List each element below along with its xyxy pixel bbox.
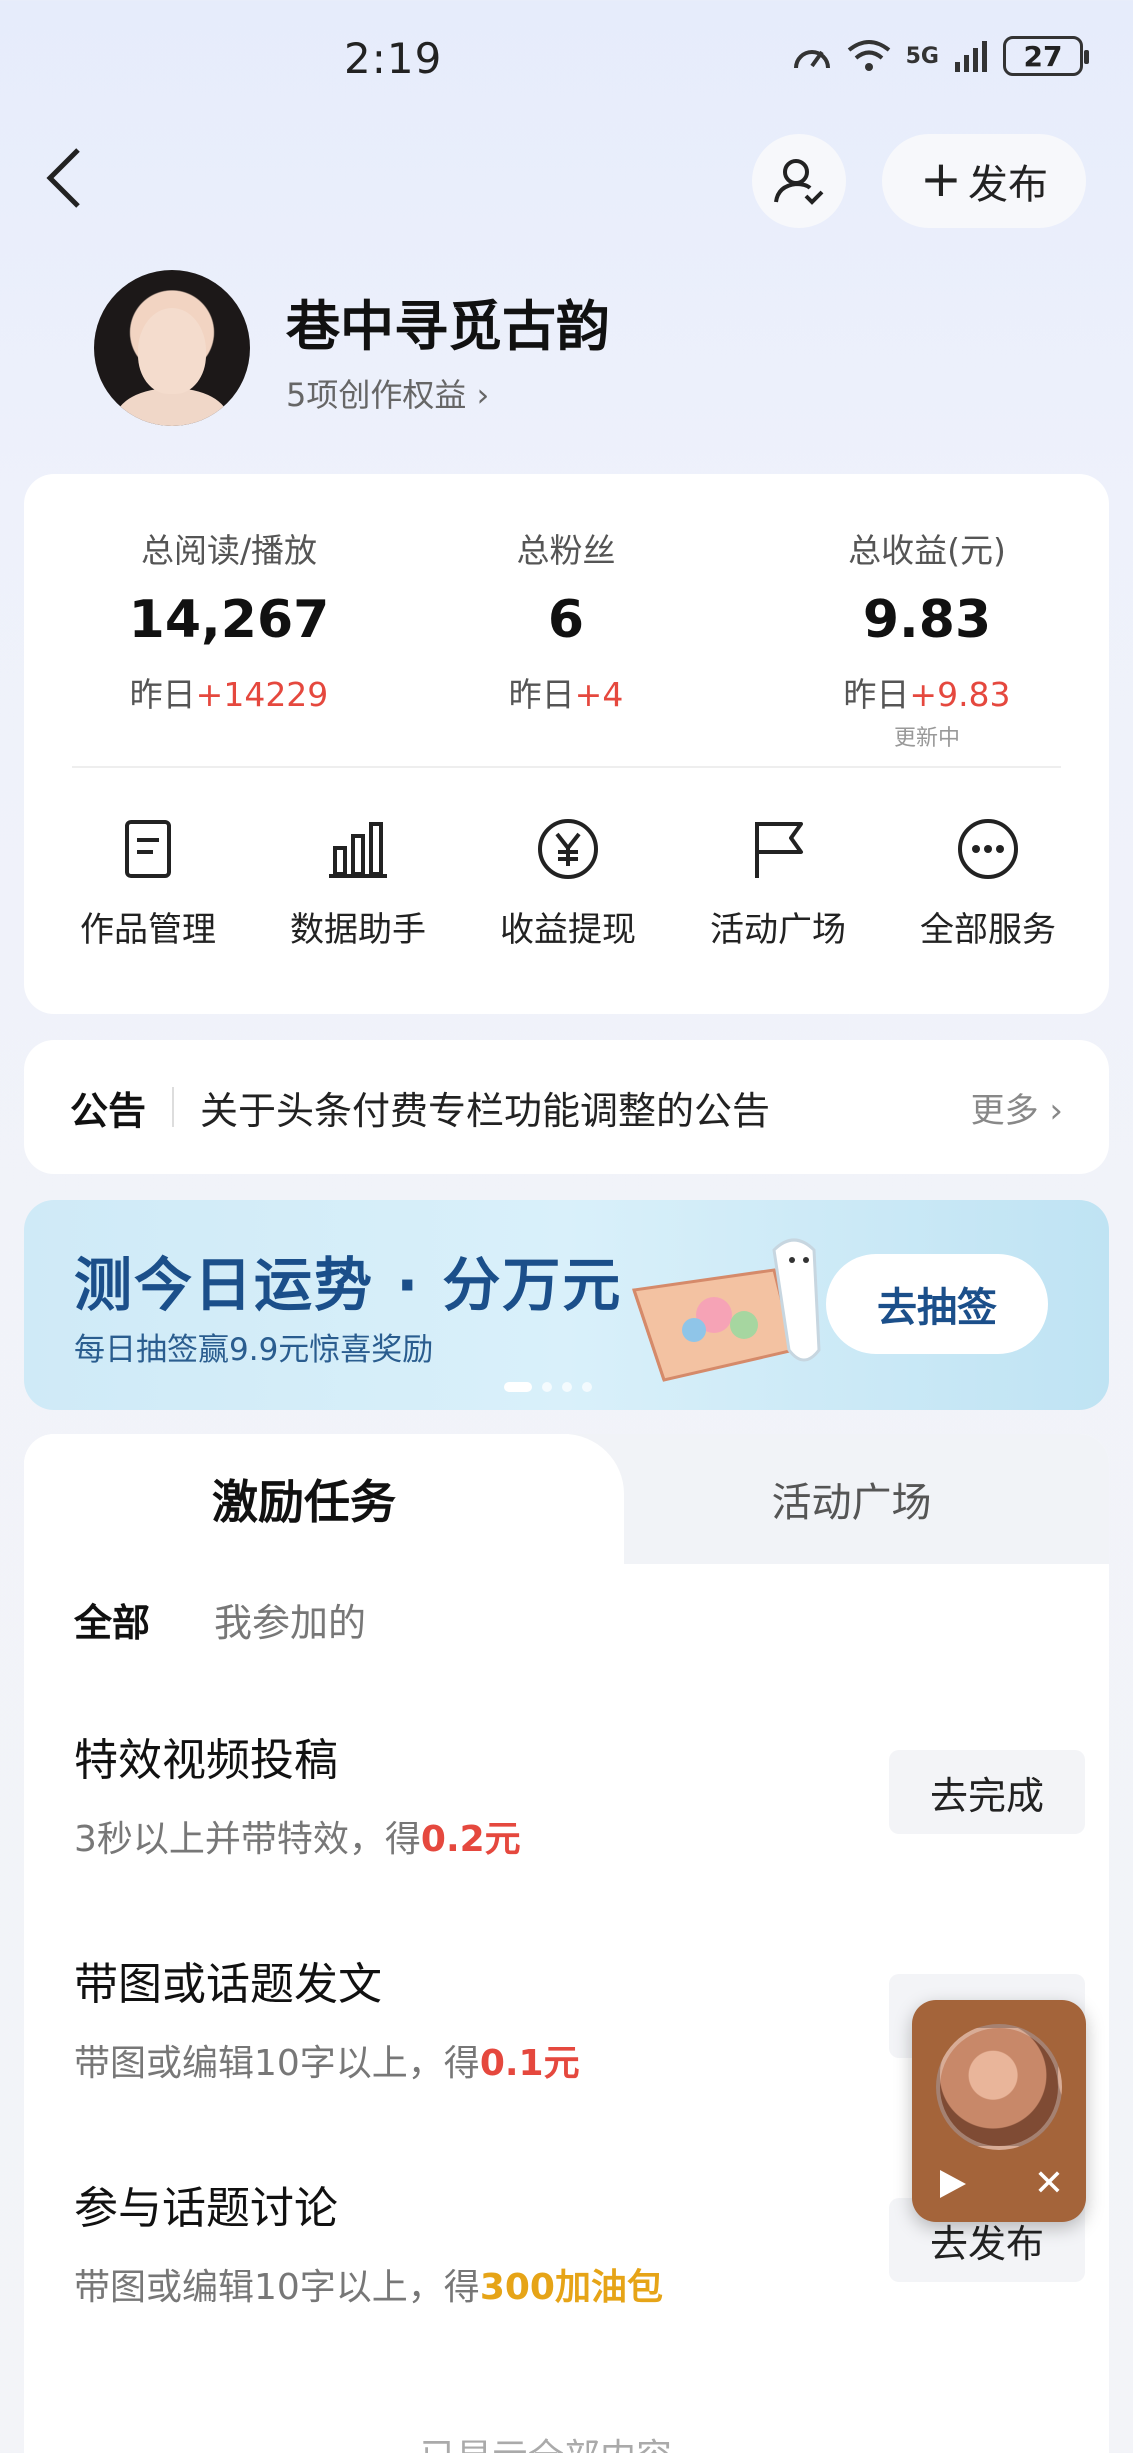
stat-reads[interactable]: 总阅读/播放 14,267 昨日+14229 xyxy=(69,524,389,716)
avatar[interactable] xyxy=(94,270,250,426)
banner-title: 测今日运势 · 分万元 xyxy=(74,1251,623,1319)
stat-value: 6 xyxy=(547,590,585,650)
service-label: 全部服务 xyxy=(920,910,1056,950)
service-label: 收益提现 xyxy=(500,910,636,950)
fortune-banner[interactable]: 测今日运势 · 分万元 每日抽签赢9.9元惊喜奖励 去抽签 xyxy=(24,1200,1109,1410)
status-icons: 5G 27 xyxy=(792,36,1089,76)
service-label: 作品管理 xyxy=(80,910,216,950)
publish-button[interactable]: + 发布 xyxy=(882,134,1086,228)
service-data-assistant[interactable]: 数据助手 xyxy=(258,814,458,951)
stat-label: 总粉丝 xyxy=(516,531,616,570)
stat-delta: 昨日+9.83 xyxy=(843,675,1011,714)
stats-card: 总阅读/播放 14,267 昨日+14229 总粉丝 6 昨日+4 总收益(元)… xyxy=(24,474,1109,1014)
tab-activity-plaza[interactable]: 活动广场 xyxy=(594,1434,1109,1564)
divider xyxy=(72,766,1061,768)
stat-delta: 昨日+4 xyxy=(508,675,624,714)
service-withdraw[interactable]: 收益提现 xyxy=(468,814,668,951)
draw-lot-button[interactable]: 去抽签 xyxy=(826,1254,1048,1354)
service-label: 活动广场 xyxy=(710,910,846,950)
speed-icon xyxy=(793,50,830,69)
stat-value: 14,267 xyxy=(128,590,330,650)
end-of-list-hint: 已显示全部内容 xyxy=(420,2428,672,2453)
filter-joined[interactable]: 我参加的 xyxy=(214,1592,366,1647)
more-link[interactable]: 更多 › xyxy=(971,1083,1063,1132)
carousel-dot xyxy=(504,1382,532,1392)
close-icon[interactable]: ✕ xyxy=(1034,2166,1064,2202)
publish-label: 发布 xyxy=(967,162,1048,208)
stat-value: 9.83 xyxy=(862,590,992,650)
banner-subtitle: 每日抽签赢9.9元惊喜奖励 xyxy=(74,1332,434,1368)
username: 巷中寻觅古韵 xyxy=(286,295,610,358)
wifi-icon xyxy=(847,40,890,71)
announcement-text[interactable]: 关于头条付费专栏功能调整的公告 xyxy=(200,1080,971,1135)
announcement-bar[interactable]: 公告 关于头条付费专栏功能调整的公告 更多 › xyxy=(24,1040,1109,1174)
stat-earnings[interactable]: 总收益(元) 9.83 昨日+9.83 更新中 xyxy=(767,524,1087,752)
stat-delta: 昨日+14229 xyxy=(129,675,329,714)
service-activity-plaza[interactable]: 活动广场 xyxy=(678,814,878,951)
service-all[interactable]: 全部服务 xyxy=(888,814,1088,951)
player-cover[interactable] xyxy=(936,2024,1062,2150)
document-icon xyxy=(125,820,171,878)
more-icon xyxy=(958,819,1018,879)
stat-fans[interactable]: 总粉丝 6 昨日+4 xyxy=(406,524,726,716)
signal-icon xyxy=(955,41,987,72)
task-action-button[interactable]: 去完成 xyxy=(889,1750,1085,1834)
flag-icon xyxy=(755,822,803,878)
carousel-dots xyxy=(504,1382,592,1392)
plus-icon: + xyxy=(920,150,962,208)
tab-incentive-tasks[interactable]: 激励任务 xyxy=(24,1434,584,1564)
status-time: 2:19 xyxy=(344,34,443,83)
yuan-icon xyxy=(538,819,598,879)
add-friend-button[interactable] xyxy=(752,134,846,228)
stat-note: 更新中 xyxy=(893,726,960,751)
play-icon[interactable] xyxy=(936,2168,968,2200)
battery-indicator: 27 xyxy=(1003,36,1089,76)
tasks-panel: 激励任务 活动广场 全部 我参加的 特效视频投稿 3秒以上并带特效，得0.2元 … xyxy=(24,1434,1109,2453)
announcement-tag: 公告 xyxy=(70,1088,147,1133)
gift-box-illustration xyxy=(632,1238,821,1382)
bar-chart-icon xyxy=(329,822,387,878)
floating-player[interactable]: ✕ xyxy=(912,2000,1086,2222)
carousel-dot xyxy=(562,1382,572,1392)
user-follow-icon xyxy=(774,159,824,205)
stat-label: 总阅读/播放 xyxy=(140,531,318,570)
carousel-dot xyxy=(542,1382,552,1392)
carousel-dot xyxy=(582,1382,592,1392)
service-label: 数据助手 xyxy=(290,910,426,950)
creator-rights-link[interactable]: 5项创作权益 › xyxy=(286,370,489,416)
back-button[interactable] xyxy=(44,146,94,216)
network-label: 5G xyxy=(905,43,939,69)
chevron-left-icon xyxy=(46,148,80,208)
stat-label: 总收益(元) xyxy=(848,531,1006,570)
service-works-management[interactable]: 作品管理 xyxy=(48,814,248,951)
filter-all[interactable]: 全部 xyxy=(74,1592,150,1647)
divider xyxy=(172,1087,175,1127)
